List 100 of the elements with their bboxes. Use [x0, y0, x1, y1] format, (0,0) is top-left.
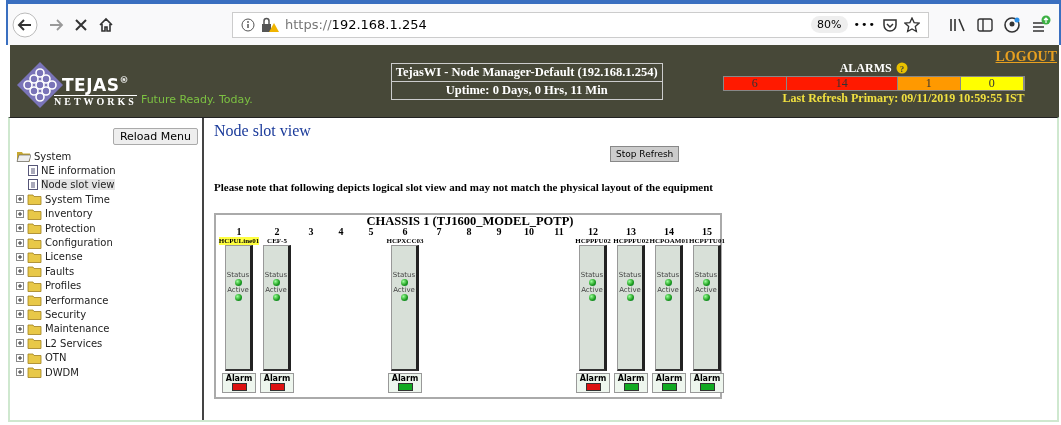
slot-number: 1 — [236, 227, 242, 237]
tree-item[interactable]: License — [45, 251, 83, 263]
stop-refresh-button[interactable]: Stop Refresh — [610, 146, 680, 162]
uptime-text: Uptime: 0 Days, 0 Hrs, 11 Min — [391, 80, 662, 99]
active-led — [234, 294, 242, 301]
more-icon[interactable]: ••• — [853, 18, 876, 31]
status-led — [272, 279, 280, 286]
expand-icon[interactable] — [16, 224, 24, 233]
chassis-title: CHASSIS 1 (TJ1600_MODEL_POTP) — [366, 215, 574, 227]
slot-number: 10 — [524, 227, 534, 237]
tree-item[interactable]: Performance — [45, 294, 109, 306]
alarm-count[interactable]: 0 — [960, 76, 1024, 90]
page-icon — [28, 179, 38, 191]
tree-item[interactable]: Configuration — [45, 237, 113, 249]
tree-item[interactable]: DWDM — [45, 366, 79, 378]
pocket-icon[interactable] — [882, 16, 898, 33]
tree-item[interactable]: Security — [45, 309, 87, 320]
slot-number: 13 — [626, 227, 636, 237]
alarm-label: Alarm — [391, 374, 419, 383]
sidebar-icon[interactable] — [977, 16, 993, 33]
tree-item[interactable]: Inventory — [45, 208, 93, 220]
status-led — [702, 279, 710, 286]
expand-icon[interactable] — [16, 195, 24, 204]
expand-icon[interactable] — [16, 252, 24, 261]
expand-icon[interactable] — [16, 310, 24, 319]
help-icon: ? — [895, 62, 908, 74]
expand-icon[interactable] — [16, 267, 24, 276]
tree-item[interactable]: Node slot view — [41, 179, 115, 191]
status-led — [234, 279, 242, 286]
tree-item[interactable]: Maintenance — [45, 323, 110, 335]
folder-icon — [27, 293, 42, 308]
slot-number: 8 — [466, 227, 472, 237]
alarm-label: Alarm — [579, 374, 607, 383]
expand-icon[interactable] — [16, 324, 24, 333]
slot-number: 2 — [274, 227, 280, 237]
tree-item[interactable]: L2 Services — [45, 337, 103, 349]
menu-icon[interactable] — [1031, 14, 1051, 35]
logout-link[interactable]: LOGOUT — [995, 49, 1057, 65]
alarm-label: Alarm — [617, 374, 645, 383]
url-text[interactable]: https://192.168.1.254 — [285, 17, 427, 32]
alarms-label: ALARMS — [839, 60, 892, 76]
slot-number: 6 — [402, 227, 408, 237]
tree-item[interactable]: Profiles — [45, 280, 82, 292]
lock-warning-icon — [261, 16, 279, 33]
expand-icon[interactable] — [16, 209, 24, 218]
tree-item[interactable]: System — [34, 150, 72, 162]
alarm-indicator[interactable]: Alarm — [260, 373, 294, 393]
expand-icon[interactable] — [16, 238, 24, 247]
tree-item[interactable]: Protection — [45, 222, 96, 234]
last-refresh-text: Last Refresh Primary: 09/11/2019 10:59:55 IST — [782, 90, 1025, 106]
node-title: TejasWI - Node Manager-Default (192.168.1.254) — [394, 63, 659, 81]
folder-icon — [27, 235, 42, 250]
slot-number: 11 — [554, 227, 564, 237]
expand-icon[interactable] — [16, 281, 24, 290]
expand-icon[interactable] — [16, 353, 24, 362]
folder-icon — [27, 336, 42, 351]
status-led — [400, 279, 408, 286]
expand-icon[interactable] — [16, 296, 24, 305]
alarm-indicator[interactable]: Alarm — [614, 373, 648, 393]
folder-icon — [27, 249, 42, 264]
expand-icon[interactable] — [16, 339, 24, 348]
open-folder-icon — [16, 149, 31, 164]
tree-item[interactable]: OTN — [45, 352, 67, 364]
star-icon[interactable] — [904, 16, 920, 33]
active-led — [400, 294, 408, 301]
alarm-indicator[interactable]: Alarm — [690, 373, 724, 393]
back-icon[interactable] — [12, 11, 38, 38]
tree-item[interactable]: Faults — [45, 265, 75, 277]
zoom-level[interactable]: 80% — [811, 16, 848, 33]
alarm-label: Alarm — [263, 374, 291, 383]
home-icon[interactable] — [98, 16, 114, 33]
library-icon[interactable] — [949, 16, 967, 33]
folder-icon — [27, 278, 42, 293]
logo-wordmark: TEJAS® — [62, 75, 129, 95]
note-text: Please note that following depicts logical slot view and may not match the physical layout of the equipment — [214, 181, 714, 193]
forward-icon[interactable] — [48, 16, 64, 33]
expand-icon[interactable] — [16, 368, 24, 377]
alarm-label: Alarm — [225, 374, 253, 383]
alarm-count[interactable]: 1 — [897, 76, 961, 90]
status-led — [626, 279, 634, 286]
slot-number: 3 — [308, 227, 314, 237]
alarm-indicator[interactable]: Alarm — [222, 373, 256, 393]
active-led — [702, 294, 710, 301]
close-icon[interactable] — [74, 17, 88, 32]
tree-item[interactable]: NE information — [41, 165, 116, 177]
account-icon[interactable] — [1003, 15, 1021, 34]
slot-number: 7 — [436, 227, 442, 237]
alarm-indicator[interactable]: Alarm — [388, 373, 422, 393]
page-icon — [28, 165, 38, 177]
alarm-indicator[interactable]: Alarm — [576, 373, 610, 393]
alarm-indicator[interactable]: Alarm — [652, 373, 686, 393]
alarm-label: Alarm — [693, 374, 721, 383]
address-bar[interactable]: https://192.168.1.254 80% ••• — [232, 11, 929, 38]
folder-icon — [27, 206, 42, 221]
tree-item[interactable]: System Time — [45, 193, 110, 205]
tagline: Future Ready. Today. — [140, 93, 253, 106]
status-led — [588, 279, 596, 286]
slot-number: 12 — [588, 227, 598, 237]
active-led — [626, 294, 634, 301]
reload-menu-button[interactable]: Reload Menu — [112, 128, 198, 145]
